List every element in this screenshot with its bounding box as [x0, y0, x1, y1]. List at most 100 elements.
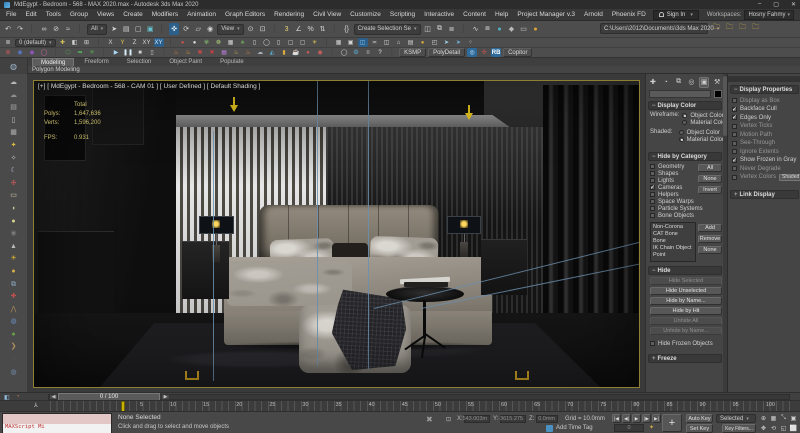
toolbar-icon[interactable]: ⟳ — [181, 23, 191, 35]
track-bar[interactable]: ⅄ 51015202530354045505560657075808590951… — [0, 400, 800, 411]
playback-button[interactable]: |◀ — [612, 414, 621, 423]
display-property-checkbox[interactable]: Motion Path — [732, 131, 798, 138]
command-panel-tab[interactable]: ✚ — [648, 77, 658, 88]
toolbar-icon[interactable]: │ — [99, 48, 109, 57]
toolbar-icon[interactable]: ♨ — [171, 48, 181, 57]
workspace-dropdown[interactable]: Hosny Fahmy ▾ — [744, 10, 794, 20]
rollout-display-color[interactable]: −Display Color — [648, 101, 722, 110]
viewport[interactable]: [+] [ MdEgypt - Bedroom - 568 - CAM 01 ]… — [28, 74, 645, 392]
toolbar-icon[interactable]: ❂ — [351, 48, 361, 57]
curtains[interactable] — [543, 85, 640, 349]
menu-item[interactable]: Animation — [187, 11, 216, 18]
close-button[interactable]: ✕ — [791, 1, 796, 8]
command-panel-tab[interactable]: ⚒ — [712, 77, 722, 88]
category-checkbox[interactable]: Geometry — [650, 163, 696, 170]
toolbar-icon[interactable]: ✜ — [169, 23, 179, 35]
left-toolbar-icon[interactable]: ◔ — [11, 356, 15, 364]
toolbar-icon[interactable]: │ — [51, 48, 61, 57]
ribbon-tab[interactable]: Modeling — [32, 58, 74, 66]
toolbar-icon[interactable]: ⊕ — [3, 48, 13, 57]
viewport-nav-icon[interactable]: ⬜ — [789, 424, 798, 432]
toolbar-icon[interactable]: ◫ — [423, 23, 433, 35]
ribbon-tab[interactable]: Object Paint — [161, 58, 210, 66]
add-time-tag[interactable]: Add Time Tag — [556, 425, 593, 431]
toolbar-icon[interactable]: ⧈ — [483, 23, 493, 35]
toolbar-icon[interactable]: │ — [75, 23, 85, 35]
y-coordinate-field[interactable]: -3615.275 — [500, 415, 526, 423]
toolbar-icon[interactable]: ◫ — [382, 38, 392, 47]
shaded-button[interactable]: Shaded — [779, 174, 800, 181]
toolbar-icon[interactable]: ▱ — [193, 23, 203, 35]
left-toolbar-icon[interactable]: ● — [11, 268, 15, 276]
menu-item[interactable]: Scripting — [390, 11, 415, 18]
folder-icon[interactable]: 🗀 — [711, 23, 722, 34]
toolbar-icon[interactable]: ≣ — [447, 23, 457, 35]
radio-material-color[interactable]: Material Color — [679, 136, 724, 143]
hide-button[interactable]: Unhide by Name... — [650, 327, 722, 335]
left-toolbar-icon[interactable]: ▯ — [12, 117, 16, 125]
toolbar-icon[interactable]: │ — [157, 23, 167, 35]
menu-item[interactable]: Phoenix FD — [612, 11, 646, 18]
menu-item[interactable]: Interactive — [424, 11, 454, 18]
toolbar-icon[interactable]: ☕ — [291, 48, 301, 57]
left-toolbar-icon[interactable]: ▭ — [10, 192, 17, 200]
left-toolbar-icon[interactable]: ❯ — [11, 343, 17, 351]
toolbar-icon[interactable]: ◯ — [339, 48, 349, 57]
toolbar-icon[interactable]: ▢ — [133, 23, 143, 35]
toolbar-icon[interactable]: % — [306, 23, 316, 35]
ribbon-tab[interactable]: Freeform — [76, 58, 116, 66]
hide-button[interactable]: Hide Unselected — [650, 287, 722, 295]
category-checkbox[interactable]: Shapes — [650, 170, 696, 177]
category-checkbox[interactable]: Space Warps — [650, 198, 696, 205]
toolbar-icon[interactable]: ♨ — [183, 48, 193, 57]
toolbar-icon[interactable]: ▯ — [274, 38, 284, 47]
category-button[interactable]: All — [698, 164, 722, 172]
toolbar-icon[interactable]: ✚ — [58, 38, 68, 47]
radio-object-color[interactable]: Object Color — [679, 129, 724, 136]
polydetail-button[interactable]: PolyDetail — [428, 48, 465, 57]
command-panel-tab[interactable]: ⧉ — [674, 77, 684, 88]
rollout-hide[interactable]: −Hide — [648, 266, 722, 275]
toolbar-icon[interactable]: ? — [375, 48, 385, 57]
mini-curve-editor-icon[interactable]: ⅄ — [34, 402, 38, 409]
left-toolbar-icon[interactable]: ☁ — [10, 79, 17, 87]
toolbar-icon[interactable]: ▦ — [226, 38, 236, 47]
toolbar-icon[interactable]: ♣ — [238, 38, 248, 47]
toolbar-icon[interactable]: ∠ — [294, 23, 304, 35]
menu-item[interactable]: Rendering — [274, 11, 304, 18]
maximize-button[interactable]: ▢ — [773, 1, 779, 8]
throw-blanket-on-bed[interactable] — [227, 261, 352, 306]
toolbar-icon[interactable]: │ — [322, 38, 332, 47]
left-toolbar-icon[interactable]: ☀ — [10, 255, 16, 263]
nightstand-left[interactable] — [182, 241, 229, 299]
toolbar-icon[interactable]: ☀ — [310, 38, 320, 47]
toolbar-icon[interactable]: ≍ — [370, 38, 380, 47]
menu-item[interactable]: Create — [123, 11, 143, 18]
project-path-dropdown[interactable]: C:\Users\2012\Documents\3ds Max 2020 — [600, 23, 708, 34]
menu-item[interactable]: Project Manager v.3 — [517, 11, 575, 18]
toolbar-icon[interactable]: ⊙ — [246, 23, 256, 35]
toolbar-icon[interactable]: ➤ — [442, 38, 452, 47]
menu-item[interactable]: Tools — [46, 11, 61, 18]
toolbar-icon[interactable]: │ — [330, 23, 340, 35]
rollout-display-properties[interactable]: −Display Properties — [730, 85, 799, 94]
folder-icon[interactable]: 🗀 — [737, 23, 748, 34]
light-fixture-gizmo[interactable] — [515, 371, 529, 380]
list-item[interactable]: Non-Corona — [653, 224, 693, 231]
toolbar-icon[interactable]: ❚❚ — [123, 48, 133, 57]
selection-lock-icon[interactable]: ✖ — [426, 415, 433, 424]
category-checkbox[interactable]: Cameras — [650, 184, 696, 191]
toolbar-icon[interactable]: ↷ — [15, 23, 25, 35]
exclusion-listbox[interactable]: Non-CoronaCAT BoneBoneIK Chain ObjectPoi… — [650, 222, 696, 262]
ksmp-button[interactable]: KSMP — [399, 48, 426, 57]
ribbon-panel-title[interactable]: Polygon Modeling — [28, 66, 800, 74]
key-mode-icon[interactable]: ✦ — [649, 424, 654, 431]
toolbar-icon[interactable]: ◉ — [27, 48, 37, 57]
viewport-nav-icon[interactable]: ◱ — [779, 424, 788, 432]
toolbar-icon[interactable]: ∿ — [471, 23, 481, 35]
display-property-checkbox[interactable]: Backface Cull — [732, 106, 798, 113]
menu-item[interactable]: Edit — [25, 11, 36, 18]
toolbar-icon[interactable]: ▯ — [147, 48, 157, 57]
list-item[interactable]: Point — [653, 252, 693, 259]
downlight-gizmo[interactable] — [468, 105, 470, 113]
